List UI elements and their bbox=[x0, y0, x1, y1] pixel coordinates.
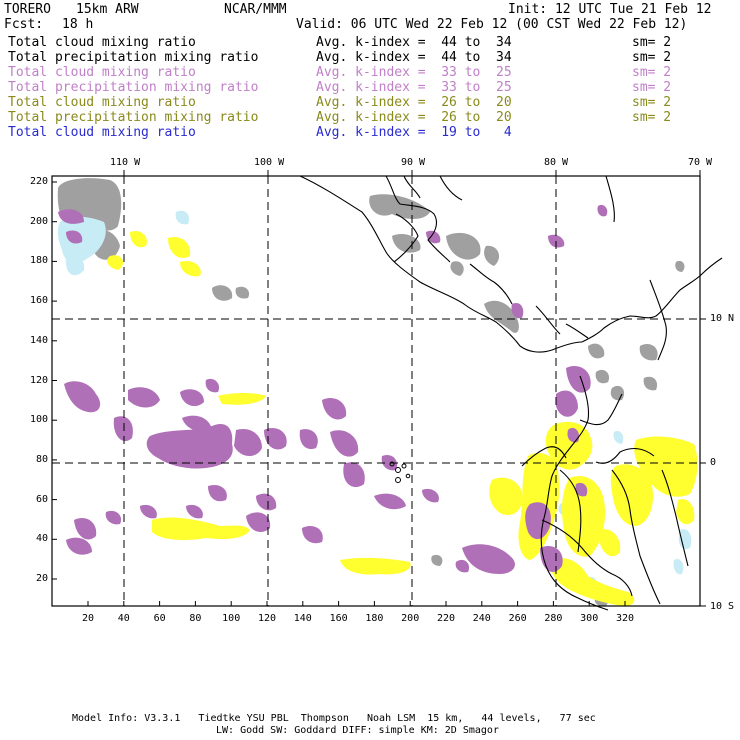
y-tick-label-20: 20 bbox=[35, 573, 48, 584]
lon-ticks-top bbox=[123, 170, 701, 176]
lat-label-10s: 10 S bbox=[710, 601, 735, 612]
y-tick-label-40: 40 bbox=[35, 533, 48, 545]
x-tick-label-140: 140 bbox=[293, 613, 312, 624]
x-tick-label-60: 60 bbox=[153, 613, 166, 624]
model-info-line1: Model Info: V3.3.1 Tiedtke YSU PBL Thomp… bbox=[72, 713, 596, 724]
forecast-map bbox=[51, 170, 723, 611]
lon-label-110w: 110 W bbox=[110, 157, 141, 168]
x-tick-label-280: 280 bbox=[544, 613, 563, 624]
x-tick-label-20: 20 bbox=[81, 613, 95, 624]
y-tick-label-200: 200 bbox=[29, 215, 48, 227]
lon-label-90w: 90 W bbox=[401, 157, 426, 168]
x-tick-label-80: 80 bbox=[189, 613, 202, 624]
x-tick-label-40: 40 bbox=[117, 613, 130, 624]
x-grid-ticks bbox=[87, 601, 626, 606]
lon-label-70w: 70 W bbox=[688, 157, 713, 168]
lat-label-10n: 10 N bbox=[710, 313, 735, 324]
model-info-line2: LW: Godd SW: Goddard DIFF: simple KM: 2D… bbox=[216, 725, 499, 736]
y-tick-label-140: 140 bbox=[29, 334, 48, 346]
lon-label-100w: 100 W bbox=[254, 157, 285, 168]
y-tick-label-160: 160 bbox=[29, 295, 48, 307]
x-tick-label-300: 300 bbox=[580, 613, 599, 624]
coastlines bbox=[299, 175, 723, 611]
x-tick-label-160: 160 bbox=[329, 613, 348, 624]
y-tick-label-60: 60 bbox=[35, 493, 48, 505]
lat-label-0: 0 bbox=[710, 457, 717, 468]
x-tick-label-320: 320 bbox=[615, 613, 635, 624]
y-tick-label-220: 220 bbox=[29, 176, 48, 187]
y-tick-label-100: 100 bbox=[29, 414, 48, 426]
y-grid-ticks bbox=[52, 181, 57, 580]
y-tick-label-180: 180 bbox=[29, 255, 48, 267]
x-tick-label-100: 100 bbox=[222, 613, 241, 624]
lat-ticks-right bbox=[700, 318, 706, 607]
lon-label-80w: 80 W bbox=[544, 157, 569, 168]
y-tick-label-120: 120 bbox=[29, 374, 48, 386]
x-tick-label-240: 240 bbox=[472, 613, 491, 624]
y-tick-label-80: 80 bbox=[35, 453, 48, 465]
x-tick-label-120: 120 bbox=[257, 613, 277, 624]
x-tick-label-260: 260 bbox=[508, 613, 527, 624]
x-tick-label-220: 220 bbox=[436, 613, 456, 624]
x-tick-label-200: 200 bbox=[401, 613, 420, 624]
x-tick-label-180: 180 bbox=[365, 613, 384, 624]
